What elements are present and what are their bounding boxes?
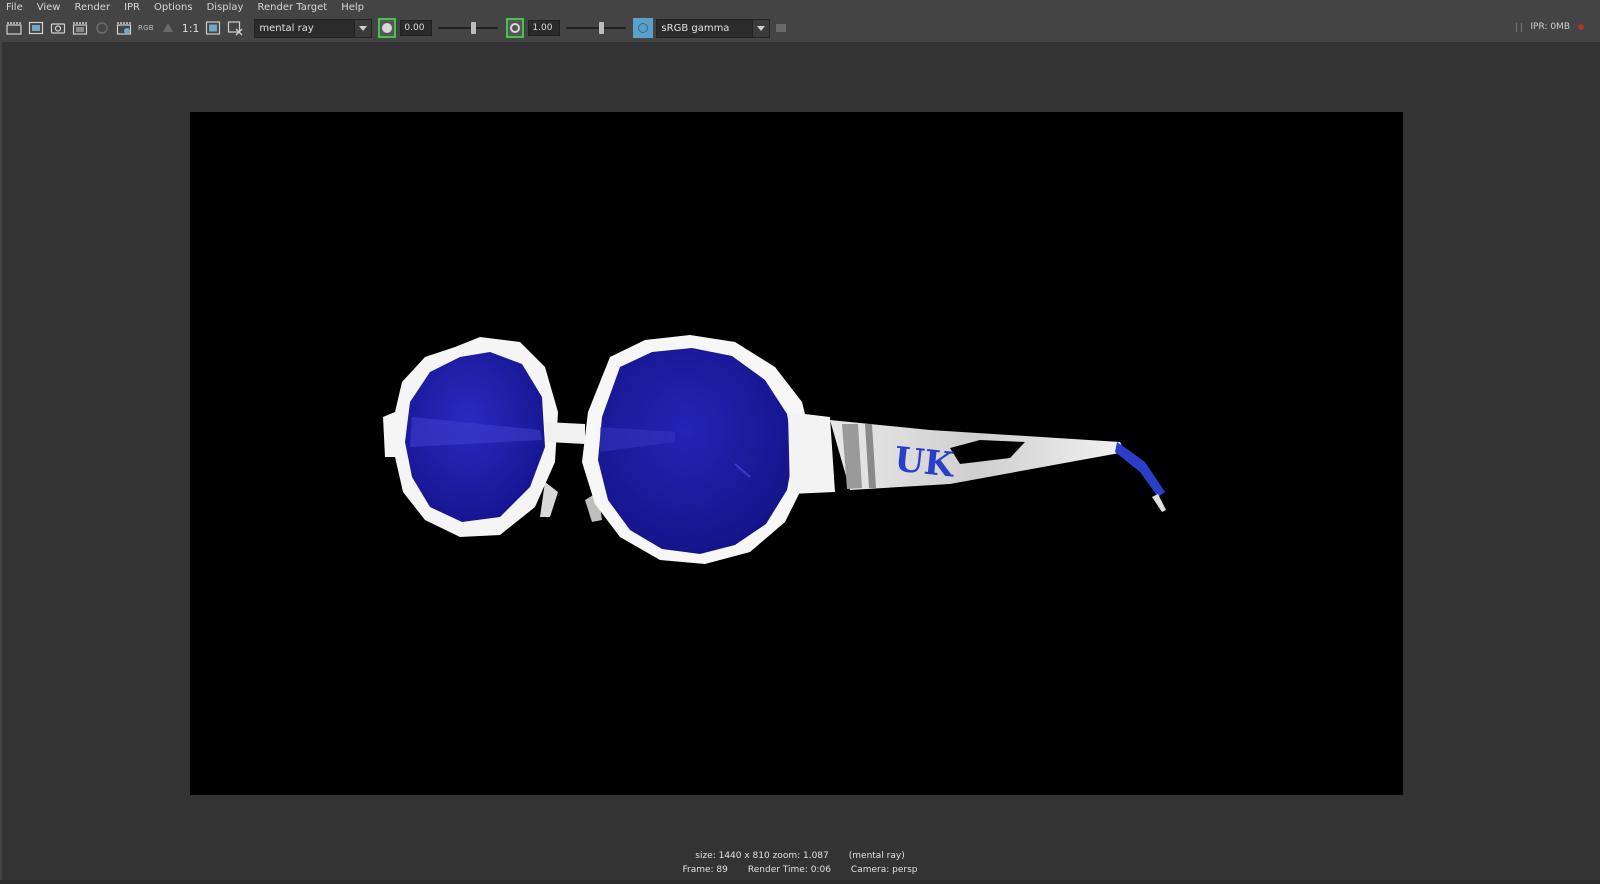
keep-image-icon[interactable] [205, 20, 221, 36]
gamma-slider-handle[interactable] [599, 22, 605, 34]
toolbar: RGB 1:1 mental ray 0.00 1.00 sRGB gamma [0, 15, 1600, 41]
exposure-field[interactable]: 0.00 [400, 20, 433, 36]
renderer-text: (mental ray) [848, 851, 905, 861]
snapshot-icon[interactable] [50, 20, 66, 36]
menu-bar: File View Render IPR Options Display Ren… [0, 0, 1600, 15]
stop-render-icon[interactable] [94, 20, 110, 36]
display-options-icon[interactable] [773, 20, 789, 36]
separator-icon [1516, 22, 1523, 32]
chevron-down-icon [354, 19, 372, 37]
size-zoom-text: size: 1440 x 810 zoom: 1.087 [695, 851, 829, 861]
camera-text: Camera: persp [850, 865, 918, 875]
gamma-reset-button[interactable] [506, 18, 525, 38]
rgb-channel-button[interactable]: RGB [138, 24, 154, 32]
redo-render-icon[interactable] [6, 20, 22, 36]
render-settings-icon[interactable] [116, 20, 132, 36]
color-management-toggle[interactable] [633, 18, 654, 38]
menu-ipr[interactable]: IPR [116, 0, 146, 15]
ipr-status: IPR: 0MB [1516, 22, 1584, 32]
render-sequence-icon[interactable] [72, 20, 88, 36]
menu-display[interactable]: Display [199, 0, 250, 15]
view-transform-value: sRGB gamma [661, 22, 730, 34]
bottom-strip [0, 880, 1600, 884]
ipr-memory: IPR: 0MB [1530, 22, 1570, 32]
menu-file[interactable]: File [0, 0, 29, 15]
exposure-slider[interactable] [438, 20, 499, 36]
gamma-field[interactable]: 1.00 [528, 20, 561, 36]
render-time-text: Render Time: 0:06 [747, 865, 831, 875]
renderer-dropdown[interactable]: mental ray [254, 18, 373, 38]
image-info-line: size: 1440 x 810 zoom: 1.087 (mental ray) [0, 851, 1600, 861]
menu-help[interactable]: Help [333, 0, 370, 15]
real-size-button[interactable]: 1:1 [182, 22, 200, 35]
uk-logo: UK [893, 440, 957, 486]
ipr-stop-icon[interactable] [1578, 24, 1584, 30]
frame-text: Frame: 89 [682, 865, 728, 875]
menu-render-target[interactable]: Render Target [249, 0, 333, 15]
chevron-down-icon [752, 19, 770, 37]
render-info-line: Frame: 89 Render Time: 0:06 Camera: persp [0, 865, 1600, 875]
renderer-dropdown-value: mental ray [259, 22, 314, 34]
view-transform-dropdown[interactable]: sRGB gamma [656, 18, 771, 38]
alpha-channel-icon[interactable] [160, 20, 176, 36]
gamma-slider[interactable] [566, 20, 627, 36]
exposure-reset-button[interactable] [378, 18, 397, 38]
sunglasses-render: UK [383, 335, 1166, 564]
menu-render[interactable]: Render [66, 0, 116, 15]
exposure-slider-handle[interactable] [471, 22, 477, 34]
menu-options[interactable]: Options [146, 0, 199, 15]
render-region-icon[interactable] [28, 20, 44, 36]
menu-view[interactable]: View [29, 0, 67, 15]
remove-image-icon[interactable] [227, 20, 243, 36]
rendered-image: UK [190, 112, 1403, 795]
